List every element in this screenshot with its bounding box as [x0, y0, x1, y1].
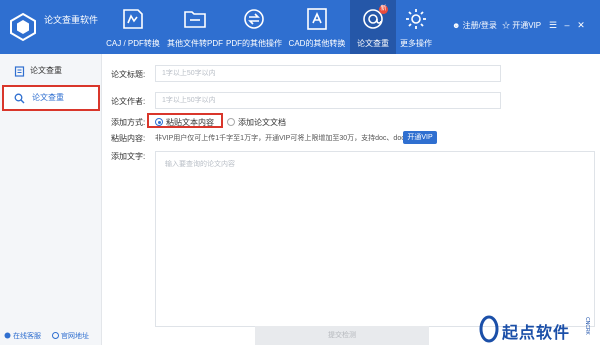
textarea-placeholder: 输入要查询的论文内容: [165, 161, 235, 168]
app-logo-icon: [10, 12, 36, 42]
open-vip-link[interactable]: ☆ 开通VIP: [502, 20, 541, 31]
refresh-arrows-icon: [244, 9, 264, 29]
minimize-icon[interactable]: –: [562, 20, 572, 30]
paper-content-textarea[interactable]: 输入要查询的论文内容: [155, 151, 595, 327]
watermark-logo-icon: [479, 315, 499, 343]
watermark-sub: CNCRK: [583, 317, 590, 335]
radio-paste-text[interactable]: 粘贴文本内容: [155, 117, 214, 128]
method-label: 添加方式:: [111, 118, 146, 127]
pdf-convert-icon: [123, 9, 143, 29]
watermark-text: 起点软件: [502, 325, 571, 342]
sidebar-item-label: 论文查重: [32, 93, 64, 102]
author-label: 论文作者:: [111, 97, 146, 106]
document-icon: [14, 66, 25, 77]
title-input[interactable]: 1字以上50字以内: [155, 65, 501, 82]
app-name: 论文查重软件: [44, 15, 99, 25]
submit-check-button[interactable]: 提交检测: [255, 326, 429, 345]
tool-cad-convert[interactable]: CAD的其他转换: [284, 0, 350, 54]
tool-label: 更多操作: [400, 39, 432, 48]
folder-icon: [184, 11, 206, 28]
vip-tip: 非VIP用户仅可上传1千字至1万字，开通VIP可将上限增加至30万，支持doc、…: [155, 135, 423, 142]
sidebar-item-paper-check[interactable]: 论文查重: [2, 58, 100, 84]
login-label: 注册/登录: [462, 21, 497, 30]
site-watermark: 起点软件 CNCRK: [478, 315, 596, 343]
vip-icon: ☆: [502, 21, 510, 30]
official-site-link[interactable]: 官网地址: [52, 331, 89, 341]
account-area: ☻ 注册/登录 ☆ 开通VIP ☰ – ✕: [452, 20, 592, 34]
menu-icon[interactable]: ☰: [548, 20, 558, 30]
new-badge: 新: [379, 5, 388, 14]
tool-label: PDF的其他操作: [226, 39, 282, 48]
search-icon: [14, 93, 25, 104]
main-panel: 论文标题: 1字以上50字以内 论文作者: 1字以上50字以内 添加方式: 粘贴…: [103, 54, 600, 345]
globe-icon: [52, 332, 59, 339]
app-brand: 论文查重软件: [8, 8, 100, 46]
radio-unselected-icon: [227, 118, 235, 126]
close-icon[interactable]: ✕: [576, 20, 586, 30]
cad-file-icon: [307, 8, 327, 30]
tool-label: 其他文件转PDF: [167, 39, 223, 48]
login-link[interactable]: ☻ 注册/登录: [452, 20, 497, 31]
radio-label: 粘贴文本内容: [166, 118, 214, 127]
sidebar-item-label: 论文查重: [30, 66, 62, 75]
tool-caj-pdf-convert[interactable]: CAJ / PDF转换: [100, 0, 166, 54]
tool-pdf-other-ops[interactable]: PDF的其他操作: [224, 0, 284, 54]
website-label: 官网地址: [61, 333, 89, 340]
tool-other-to-pdf[interactable]: 其他文件转PDF: [166, 0, 224, 54]
service-label: 在线客服: [13, 333, 41, 340]
vip-label: 开通VIP: [512, 21, 542, 30]
gear-icon: [406, 9, 426, 29]
tool-paper-check[interactable]: 新 论文查重: [350, 0, 396, 54]
sidebar-item-paper-check-selected[interactable]: 论文查重: [2, 85, 100, 111]
top-toolbar: 论文查重软件 CAJ / PDF转换 其他文件转PDF PDF的其他操作 CAD…: [0, 0, 600, 54]
author-input[interactable]: 1字以上50字以内: [155, 92, 501, 109]
paste-label: 粘贴内容:: [111, 134, 146, 143]
radio-add-document[interactable]: 添加论文文档: [227, 117, 286, 128]
radio-label: 添加论文文档: [238, 118, 286, 127]
radio-selected-icon: [155, 118, 163, 126]
sidebar: 论文查重 论文查重: [0, 54, 102, 345]
title-label: 论文标题:: [111, 70, 146, 79]
online-service-link[interactable]: 在线客服: [4, 331, 41, 341]
tool-more[interactable]: 更多操作: [396, 0, 436, 54]
tool-label: CAJ / PDF转换: [106, 39, 160, 48]
text-label: 添加文字:: [111, 152, 146, 161]
user-icon: ☻: [452, 21, 461, 30]
tool-label: CAD的其他转换: [288, 39, 346, 48]
open-vip-button[interactable]: 开通VIP: [403, 131, 437, 144]
tool-label: 论文查重: [357, 39, 389, 48]
headset-icon: [4, 332, 11, 339]
